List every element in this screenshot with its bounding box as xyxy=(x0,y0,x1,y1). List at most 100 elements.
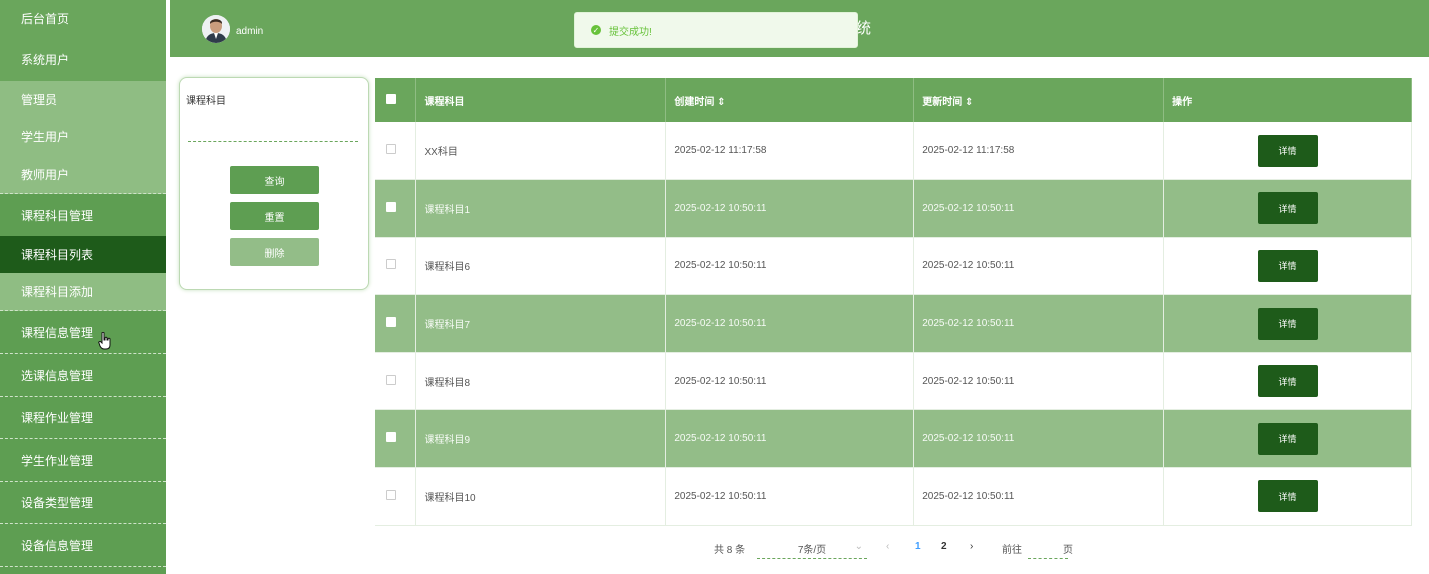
table-row: 课程科目7 2025-02-12 10:50:11 2025-02-12 10:… xyxy=(375,294,1412,353)
column-header-created[interactable]: 创建时间 ⇕ xyxy=(665,78,915,122)
detail-button[interactable]: 详情 xyxy=(1257,365,1318,398)
sidebar-item-label: 课程科目列表 xyxy=(21,248,94,262)
sidebar-item-label: 选课信息管理 xyxy=(21,368,94,383)
row-checkbox-cell xyxy=(375,122,417,181)
sidebar-item-label: 设备类型管理 xyxy=(21,496,94,510)
next-page-icon[interactable]: › xyxy=(970,541,973,552)
sidebar-item-course-homework-mgmt[interactable]: 课程作业管理 xyxy=(0,397,166,439)
delete-button[interactable]: 删除 xyxy=(230,238,319,266)
cell-subject: 课程科目7 xyxy=(415,294,667,353)
cell-subject: 课程科目9 xyxy=(415,409,667,469)
detail-button[interactable]: 详情 xyxy=(1257,134,1318,167)
cell-subject: 课程科目10 xyxy=(415,467,667,526)
query-button[interactable]: 查询 xyxy=(230,166,319,194)
table-header-row: 课程科目 创建时间 ⇕ 更新时间 ⇕ 操作 xyxy=(375,78,1412,122)
prev-page-icon[interactable]: ‹ xyxy=(886,541,889,552)
detail-button[interactable]: 详情 xyxy=(1257,422,1318,455)
table-row: 课程科目9 2025-02-12 10:50:11 2025-02-12 10:… xyxy=(375,409,1412,469)
cell-actions: 详情 xyxy=(1163,467,1412,526)
cell-updated: 2025-02-12 10:50:11 xyxy=(913,179,1165,238)
reset-button[interactable]: 重置 xyxy=(230,202,319,230)
table-row: 课程科目1 2025-02-12 10:50:11 2025-02-12 10:… xyxy=(375,179,1412,238)
page-size-select[interactable]: 7条/页 ⌄ xyxy=(757,541,867,559)
row-checkbox[interactable] xyxy=(386,259,396,270)
sidebar-item-student-homework-mgmt[interactable]: 学生作业管理 xyxy=(0,439,166,482)
row-checkbox-cell xyxy=(375,467,417,526)
sidebar-item-course-info-mgmt[interactable]: 课程信息管理 xyxy=(0,311,166,354)
avatar[interactable] xyxy=(202,15,230,43)
cell-subject: 课程科目6 xyxy=(415,237,667,296)
column-header-updated[interactable]: 更新时间 ⇕ xyxy=(913,78,1165,122)
search-panel: 课程科目 查询 重置 删除 xyxy=(179,77,369,290)
username[interactable]: admin xyxy=(236,26,263,37)
row-checkbox-cell xyxy=(375,409,417,469)
sidebar-item-label: 管理员 xyxy=(21,93,58,107)
cell-updated: 2025-02-12 10:50:11 xyxy=(913,294,1165,353)
row-checkbox[interactable] xyxy=(386,317,396,328)
course-subject-search-input[interactable] xyxy=(188,118,358,142)
sidebar-item-admin[interactable]: 管理员 xyxy=(0,81,166,118)
sidebar-item-label: 课程信息管理 xyxy=(21,325,94,340)
check-circle-icon: ✓ xyxy=(591,25,601,35)
cell-actions: 详情 xyxy=(1163,122,1412,181)
sidebar-item-label: 学生作业管理 xyxy=(21,453,94,468)
sidebar-item-teacher-users[interactable]: 教师用户 xyxy=(0,155,166,194)
row-checkbox[interactable] xyxy=(386,432,396,443)
cell-actions: 详情 xyxy=(1163,409,1412,469)
course-subject-table: 课程科目 创建时间 ⇕ 更新时间 ⇕ 操作 XX科目 2025-02-12 11… xyxy=(375,78,1412,526)
cell-subject: XX科目 xyxy=(415,122,667,181)
detail-button[interactable]: 详情 xyxy=(1257,307,1318,340)
page-size-value: 7条/页 xyxy=(797,545,827,556)
sidebar-item-course-subject-mgmt[interactable]: 课程科目管理 xyxy=(0,194,166,236)
cell-actions: 详情 xyxy=(1163,179,1412,238)
row-checkbox[interactable] xyxy=(386,489,396,500)
cell-created: 2025-02-12 10:50:11 xyxy=(665,409,915,469)
sidebar-item-system-users[interactable]: 系统用户 xyxy=(0,37,166,81)
sidebar-item-course-subject-list[interactable]: 课程科目列表 xyxy=(0,236,166,273)
sidebar-item-home[interactable]: 后台首页 xyxy=(0,0,166,37)
hand-cursor-icon xyxy=(98,332,111,350)
sidebar-item-device-info-mgmt[interactable]: 设备信息管理 xyxy=(0,524,166,567)
cell-updated: 2025-02-12 10:50:11 xyxy=(913,352,1165,411)
cell-actions: 详情 xyxy=(1163,294,1412,353)
sidebar-item-device-type-mgmt[interactable]: 设备类型管理 xyxy=(0,482,166,524)
row-checkbox-cell xyxy=(375,237,417,296)
search-label: 课程科目 xyxy=(186,96,226,107)
system-title: 统 xyxy=(856,20,872,37)
detail-button[interactable]: 详情 xyxy=(1257,480,1318,513)
cell-created: 2025-02-12 10:50:11 xyxy=(665,352,915,411)
row-checkbox[interactable] xyxy=(386,201,396,212)
row-checkbox-cell xyxy=(375,179,417,238)
cell-actions: 详情 xyxy=(1163,237,1412,296)
detail-button[interactable]: 详情 xyxy=(1257,192,1318,225)
column-header-actions: 操作 xyxy=(1163,78,1412,122)
cell-updated: 2025-02-12 10:50:11 xyxy=(913,409,1165,469)
goto-page-input[interactable] xyxy=(1028,541,1068,559)
page-number[interactable]: 2 xyxy=(941,541,947,552)
table-row: XX科目 2025-02-12 11:17:58 2025-02-12 11:1… xyxy=(375,122,1412,181)
row-checkbox[interactable] xyxy=(386,374,396,385)
sidebar-item-label: 系统用户 xyxy=(21,52,70,67)
sidebar-item-label: 课程作业管理 xyxy=(21,411,94,425)
row-checkbox[interactable] xyxy=(386,144,396,155)
sidebar-item-course-subject-add[interactable]: 课程科目添加 xyxy=(0,273,166,311)
page-number-active[interactable]: 1 xyxy=(915,541,921,552)
user-avatar-icon xyxy=(202,15,230,43)
sidebar-item-label: 课程科目管理 xyxy=(21,208,94,223)
success-toast: ✓ 提交成功! xyxy=(574,12,858,48)
toast-message: 提交成功! xyxy=(609,26,652,38)
sidebar-item-course-select-mgmt[interactable]: 选课信息管理 xyxy=(0,354,166,397)
cell-created: 2025-02-12 10:50:11 xyxy=(665,467,915,526)
sidebar-item-label: 课程科目添加 xyxy=(21,285,94,299)
cell-created: 2025-02-12 10:50:11 xyxy=(665,237,915,296)
cell-subject: 课程科目8 xyxy=(415,352,667,411)
sidebar-item-label: 学生用户 xyxy=(21,130,70,144)
table-row: 课程科目6 2025-02-12 10:50:11 2025-02-12 10:… xyxy=(375,237,1412,296)
row-checkbox-cell xyxy=(375,294,417,353)
cell-created: 2025-02-12 10:50:11 xyxy=(665,179,915,238)
sidebar-item-student-users[interactable]: 学生用户 xyxy=(0,118,166,155)
sidebar: 后台首页 系统用户 管理员 学生用户 教师用户 课程科目管理 课程科目列表 课程… xyxy=(0,0,166,574)
select-all-cell xyxy=(375,78,417,122)
select-all-checkbox[interactable] xyxy=(386,93,396,104)
detail-button[interactable]: 详情 xyxy=(1257,249,1318,282)
